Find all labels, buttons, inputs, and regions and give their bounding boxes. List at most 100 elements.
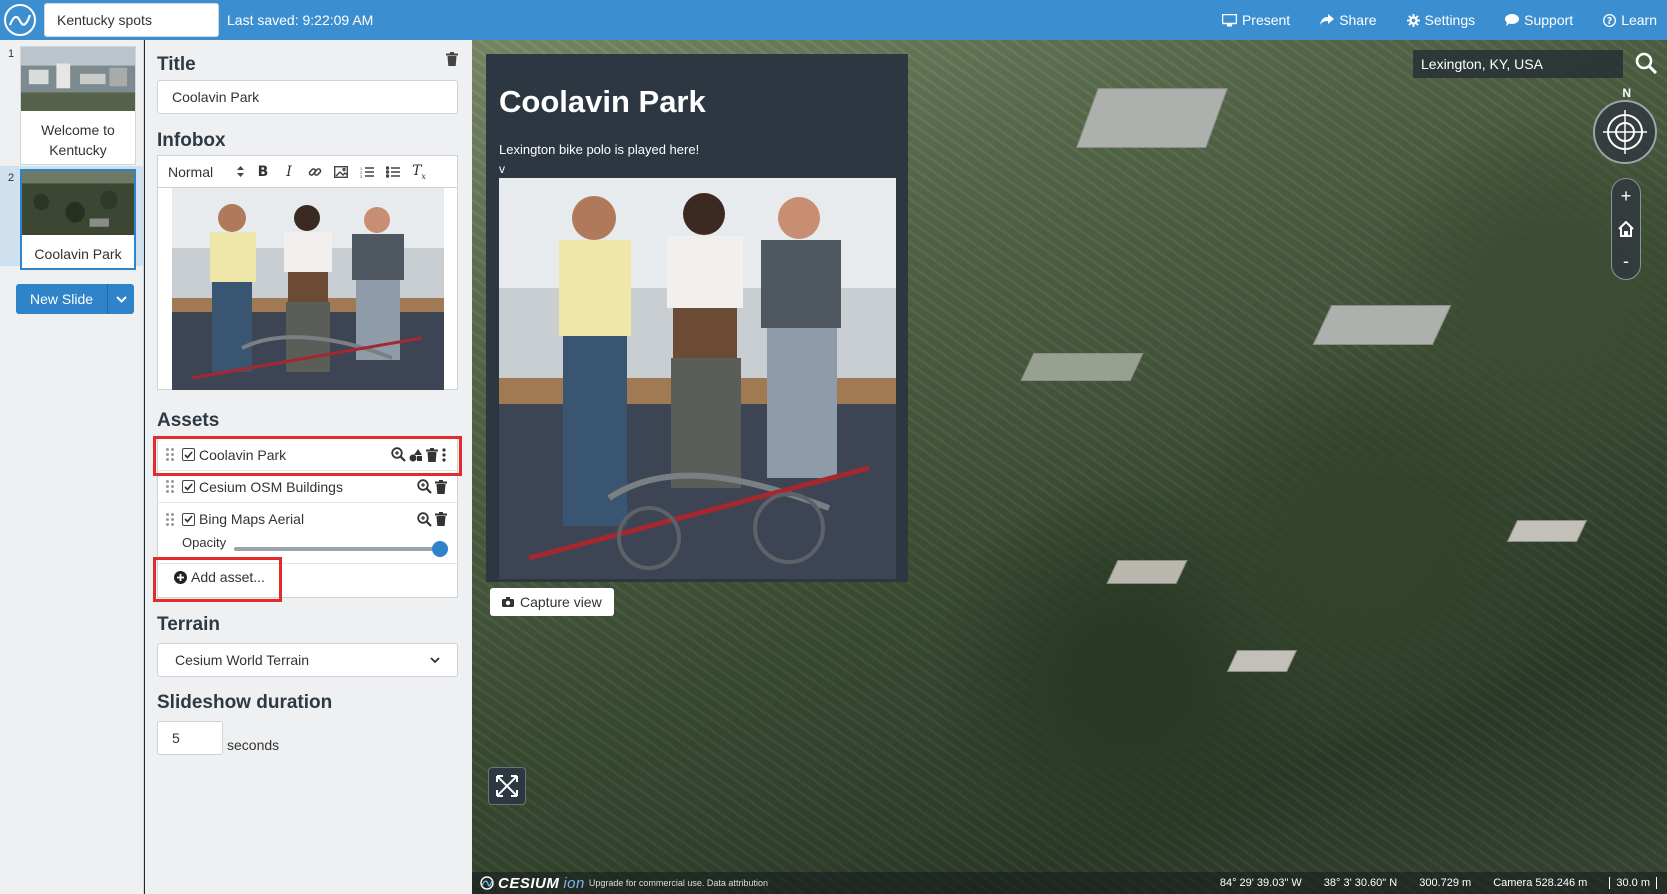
opacity-label: Opacity <box>182 535 227 550</box>
geocoder-search-input[interactable]: Lexington, KY, USA <box>1413 50 1623 78</box>
duration-input[interactable]: 5 <box>157 721 223 755</box>
map-building <box>1106 560 1188 584</box>
collapse-arrows-icon <box>496 775 518 797</box>
zoom-out-icon[interactable]: - <box>1623 251 1629 272</box>
updown-icon <box>237 166 244 177</box>
bold-icon: B <box>257 163 269 180</box>
svg-text:3: 3 <box>360 174 363 178</box>
compass-icon[interactable] <box>1593 100 1657 164</box>
highlight-box-asset-row <box>153 436 462 476</box>
svg-text:?: ? <box>1607 15 1612 26</box>
asset-checkbox[interactable] <box>182 480 195 493</box>
top-nav: Present Share Settings Support ? Learn <box>1192 0 1667 40</box>
slide-label: Welcome to Kentucky <box>41 122 115 158</box>
infobox-panel: Coolavin Park Lexington bike polo is pla… <box>486 54 908 582</box>
title-input[interactable]: Coolavin Park <box>157 80 458 114</box>
highlight-box-add-asset <box>153 557 282 602</box>
share-button[interactable]: Share <box>1320 12 1377 28</box>
opacity-slider[interactable] <box>234 541 448 557</box>
opacity-slider-knob[interactable] <box>432 541 448 557</box>
asset-label: Cesium OSM Buildings <box>199 478 343 495</box>
camera-icon <box>502 597 514 607</box>
bike-polo-photo <box>499 178 896 579</box>
duration-unit-label: seconds <box>227 737 280 753</box>
drag-handle-icon[interactable] <box>166 480 174 493</box>
cesium-ion-logo[interactable]: CESIUM ion <box>480 875 585 892</box>
asset-checkbox[interactable] <box>182 512 195 526</box>
trash-icon[interactable] <box>435 512 447 526</box>
present-label: Present <box>1241 12 1291 28</box>
learn-button[interactable]: ? Learn <box>1603 12 1657 28</box>
story-name-input[interactable]: Kentucky spots <box>44 3 219 37</box>
slide-2[interactable]: 2 Coolavin Park <box>0 166 143 270</box>
coordinate-readout: 84° 29' 39.03" W 38° 3' 30.60" N 300.729… <box>1220 877 1657 889</box>
link-button[interactable] <box>302 161 328 183</box>
new-slide-button-group: New Slide <box>16 284 134 314</box>
camera-height-readout: Camera 528.246 m <box>1493 877 1588 889</box>
checkmark-icon <box>184 515 193 523</box>
capture-view-label: Capture view <box>520 594 602 610</box>
zoom-in-icon[interactable]: + <box>1621 186 1632 207</box>
format-select-value: Normal <box>168 163 214 180</box>
share-label: Share <box>1339 12 1377 28</box>
learn-label: Learn <box>1621 12 1657 28</box>
clear-format-icon: Tx <box>412 162 426 181</box>
italic-button[interactable]: I <box>276 161 302 183</box>
gear-icon <box>1406 13 1420 27</box>
drag-handle-icon[interactable] <box>166 512 174 526</box>
map-building <box>1506 520 1588 542</box>
opacity-slider-fill <box>234 547 440 551</box>
top-bar: Kentucky spots Last saved: 9:22:09 AM Pr… <box>0 0 1667 40</box>
asset-label: Bing Maps Aerial <box>199 511 305 527</box>
longitude-readout: 84° 29' 39.03" W <box>1219 877 1302 889</box>
chevron-down-icon <box>115 295 127 303</box>
trash-icon <box>446 52 458 66</box>
terrain-select-value: Cesium World Terrain <box>175 652 310 668</box>
capture-view-button[interactable]: Capture view <box>490 588 614 616</box>
slide-1[interactable]: 1 Welcome to Kentucky <box>0 44 143 165</box>
home-icon[interactable] <box>1618 221 1634 237</box>
map-building <box>1226 650 1298 672</box>
slide-rail: 1 Welcome to Kentucky 2 Coolavin Park Ne… <box>0 40 144 894</box>
chevron-down-icon <box>430 656 440 663</box>
ordered-list-icon: 123 <box>360 166 374 178</box>
search-icon[interactable] <box>1635 52 1658 79</box>
map-viewer[interactable]: Lexington, KY, USA N + - Coolavin Park L… <box>472 40 1667 894</box>
zoom-to-icon[interactable] <box>417 479 432 494</box>
latitude-readout: 38° 3' 30.60" N <box>1323 877 1398 889</box>
ordered-list-button[interactable]: 123 <box>354 161 380 183</box>
image-icon <box>334 165 348 178</box>
slide-card[interactable]: Coolavin Park <box>20 169 136 270</box>
settings-button[interactable]: Settings <box>1406 12 1475 28</box>
chat-icon <box>1505 14 1520 26</box>
bold-button[interactable]: B <box>250 161 276 183</box>
cesium-ion-suffix: ion <box>563 874 585 892</box>
slide-number: 1 <box>8 48 15 60</box>
slide-thumbnail <box>21 47 135 111</box>
app-logo-icon[interactable] <box>4 4 36 36</box>
map-building <box>1076 88 1228 148</box>
image-button[interactable] <box>328 161 354 183</box>
support-label: Support <box>1524 12 1574 28</box>
terrain-select[interactable]: Cesium World Terrain <box>157 643 458 677</box>
monitor-icon <box>1221 13 1237 26</box>
bullet-list-button[interactable] <box>380 161 406 183</box>
clear-format-button[interactable]: Tx <box>406 161 432 183</box>
present-button[interactable]: Present <box>1221 12 1291 28</box>
toggle-panel-button[interactable] <box>488 767 526 805</box>
delete-slide-button[interactable] <box>446 52 458 71</box>
new-slide-button[interactable]: New Slide <box>16 284 107 314</box>
bike-polo-photo <box>172 188 444 390</box>
height-readout: 300.729 m <box>1419 877 1472 889</box>
compass-north-label: N <box>1622 86 1631 100</box>
asset-row-bing-maps-aerial[interactable]: Bing Maps Aerial <box>158 503 457 535</box>
distance-scale: 30.0 m <box>1609 877 1657 889</box>
credit-text[interactable]: Upgrade for commercial use. Data attribu… <box>589 878 768 888</box>
slide-card[interactable]: Welcome to Kentucky <box>20 46 136 165</box>
new-slide-dropdown-button[interactable] <box>107 284 134 314</box>
support-button[interactable]: Support <box>1505 12 1573 28</box>
infobox-editor[interactable]: Normal B I 123 Tx <box>157 155 458 390</box>
trash-icon[interactable] <box>435 479 447 494</box>
format-select[interactable]: Normal <box>168 164 250 180</box>
zoom-to-icon[interactable] <box>417 511 432 527</box>
